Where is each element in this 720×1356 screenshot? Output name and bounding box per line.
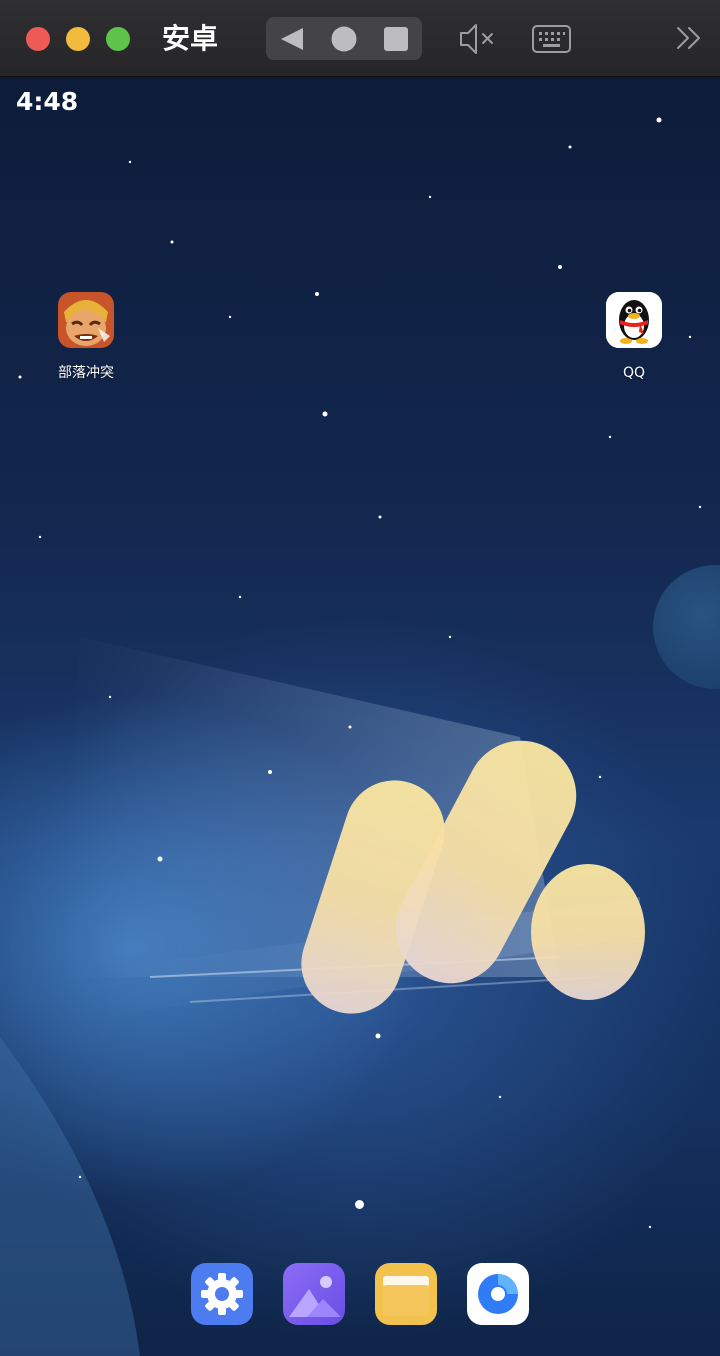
close-light[interactable] bbox=[26, 27, 50, 51]
mute-button[interactable] bbox=[458, 22, 496, 56]
back-button[interactable] bbox=[266, 17, 318, 60]
recents-icon bbox=[384, 26, 408, 51]
app-clash-of-clans[interactable]: 部落冲突 bbox=[36, 292, 136, 382]
app-label: 部落冲突 bbox=[58, 365, 114, 381]
wallpaper-image bbox=[0, 117, 720, 1356]
minimize-light[interactable] bbox=[66, 27, 90, 51]
status-time: 4:48 bbox=[16, 87, 79, 116]
keyboard-icon bbox=[532, 25, 571, 53]
files-icon bbox=[375, 1263, 437, 1325]
android-home-screen: 4:48 部落冲突 QQ bbox=[0, 77, 720, 1356]
page-indicator-dot bbox=[355, 1200, 364, 1209]
home-button[interactable] bbox=[318, 17, 370, 60]
window-title: 安卓 bbox=[162, 22, 219, 55]
keyboard-button[interactable] bbox=[532, 24, 572, 54]
gallery-icon bbox=[283, 1263, 345, 1325]
android-nav-group bbox=[266, 17, 422, 60]
dock-browser[interactable] bbox=[467, 1263, 529, 1325]
settings-icon bbox=[191, 1263, 253, 1325]
dock-gallery[interactable] bbox=[283, 1263, 345, 1325]
app-qq[interactable]: QQ bbox=[584, 292, 684, 382]
more-icon bbox=[677, 27, 700, 49]
browser-icon bbox=[467, 1263, 529, 1325]
back-icon bbox=[281, 27, 303, 50]
home-icon bbox=[331, 26, 357, 51]
clash-of-clans-icon bbox=[58, 292, 114, 348]
dock-settings[interactable] bbox=[191, 1263, 253, 1325]
recents-button[interactable] bbox=[370, 17, 422, 60]
mute-icon bbox=[460, 24, 493, 54]
app-label: QQ bbox=[622, 365, 646, 381]
zoom-light[interactable] bbox=[106, 27, 130, 51]
qq-penguin-icon bbox=[606, 292, 662, 348]
more-button[interactable] bbox=[676, 26, 702, 50]
window-titlebar: 安卓 bbox=[0, 0, 720, 77]
dock-files[interactable] bbox=[375, 1263, 437, 1325]
